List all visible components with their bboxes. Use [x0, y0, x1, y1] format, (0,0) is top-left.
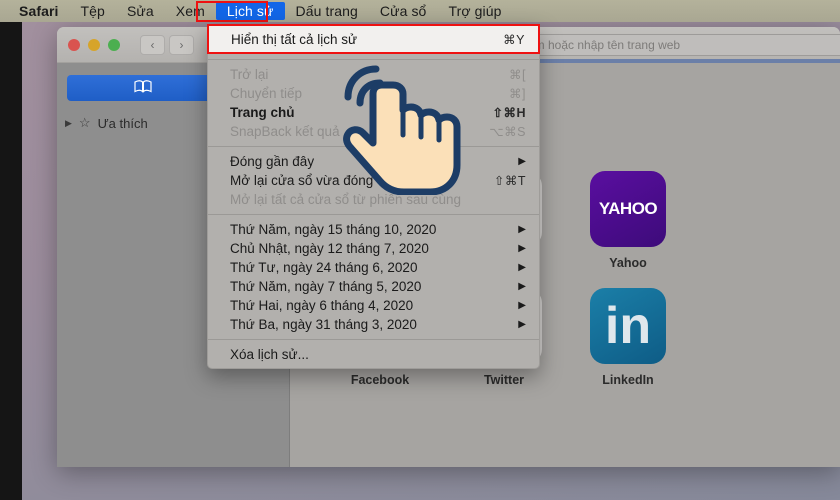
- tile-label: Yahoo: [566, 256, 690, 270]
- menu-item-label: Chuyển tiếp: [230, 86, 302, 101]
- menu-item-recently-closed[interactable]: Đóng gần đây ▶: [208, 152, 539, 171]
- submenu-arrow-icon: ▶: [518, 262, 526, 273]
- menu-item-home[interactable]: Trang chủ ⇧⌘H: [208, 103, 539, 122]
- book-icon: [134, 80, 152, 96]
- menu-item-reopen-all-windows: Mở lại tất cả cửa sổ từ phiên sau cùng: [208, 190, 539, 209]
- chevron-right-icon[interactable]: ▶: [65, 118, 72, 129]
- star-icon: ☆: [79, 115, 91, 131]
- menu-item-label: Xóa lịch sử...: [230, 347, 309, 362]
- menubar-item-window[interactable]: Cửa sổ: [369, 2, 438, 20]
- submenu-arrow-icon: ▶: [518, 156, 526, 167]
- menubar-item-history[interactable]: Lịch sử: [216, 2, 285, 20]
- sidebar-bookmarks-tab[interactable]: [67, 75, 219, 101]
- menu-item-label: Thứ Năm, ngày 7 tháng 5, 2020: [230, 279, 421, 294]
- menubar-item-safari[interactable]: Safari: [8, 2, 70, 20]
- submenu-arrow-icon: ▶: [518, 224, 526, 235]
- desktop-left-edge: [0, 22, 22, 500]
- macos-menubar: Safari Tệp Sửa Xem Lịch sử Dấu trang Cửa…: [0, 0, 840, 22]
- menu-item-shortcut: ⌘Y: [489, 32, 525, 47]
- submenu-arrow-icon: ▶: [518, 300, 526, 311]
- menu-separator: [208, 339, 539, 340]
- menu-item-history-date[interactable]: Thứ Tư, ngày 24 tháng 6, 2020 ▶: [208, 258, 539, 277]
- menu-item-reopen-last-window[interactable]: Mở lại cửa sổ vừa đóng ⇧⌘T: [208, 171, 539, 190]
- menubar-item-file[interactable]: Tệp: [70, 2, 116, 20]
- submenu-arrow-icon: ▶: [518, 319, 526, 330]
- menu-item-clear-history[interactable]: Xóa lịch sử...: [208, 345, 539, 364]
- tile-label: Facebook: [318, 373, 442, 387]
- favorite-tile-linkedin[interactable]: in LinkedIn: [566, 288, 690, 387]
- menubar-item-bookmarks[interactable]: Dấu trang: [285, 2, 369, 20]
- menubar-item-help[interactable]: Trợ giúp: [437, 2, 512, 20]
- address-placeholder-text: ếm hoặc nhập tên trang web: [528, 38, 680, 52]
- linkedin-icon: in: [590, 288, 666, 364]
- menu-item-label: Mở lại cửa sổ vừa đóng: [230, 173, 373, 188]
- submenu-arrow-icon: ▶: [518, 243, 526, 254]
- menu-separator: [208, 214, 539, 215]
- address-search-field[interactable]: ếm hoặc nhập tên trang web: [517, 34, 840, 56]
- sidebar-item-label: Ưa thích: [98, 116, 148, 131]
- menu-item-label: Thứ Năm, ngày 15 tháng 10, 2020: [230, 222, 436, 237]
- tile-label: LinkedIn: [566, 373, 690, 387]
- menu-item-shortcut: ⌘]: [495, 86, 526, 101]
- menu-item-back: Trở lại ⌘[: [208, 65, 539, 84]
- menu-item-history-date[interactable]: Thứ Ba, ngày 31 tháng 3, 2020 ▶: [208, 315, 539, 334]
- linkedin-glyph: in: [605, 300, 651, 352]
- yahoo-icon: YAHOO: [590, 171, 666, 247]
- submenu-arrow-icon: ▶: [518, 281, 526, 292]
- menu-item-label: Hiển thị tất cả lịch sử: [231, 32, 357, 47]
- menu-item-history-date[interactable]: Thứ Năm, ngày 7 tháng 5, 2020 ▶: [208, 277, 539, 296]
- favorite-tile-yahoo[interactable]: YAHOO Yahoo: [566, 171, 690, 270]
- menu-item-history-date[interactable]: Chủ Nhật, ngày 12 tháng 7, 2020 ▶: [208, 239, 539, 258]
- menu-item-label: Đóng gần đây: [230, 154, 314, 169]
- menu-item-shortcut: ⌘[: [495, 67, 526, 82]
- menubar-item-edit[interactable]: Sửa: [116, 2, 165, 20]
- menu-item-shortcut: ⇧⌘H: [478, 105, 526, 120]
- navigation-buttons: ‹ ›: [140, 35, 194, 55]
- forward-arrow-icon[interactable]: ›: [169, 35, 194, 55]
- traffic-lights: [57, 39, 120, 51]
- menu-item-label: Mở lại tất cả cửa sổ từ phiên sau cùng: [230, 192, 461, 207]
- menu-item-snapback: SnapBack kết quả ⌥⌘S: [208, 122, 539, 141]
- yahoo-wordmark: YAHOO: [599, 199, 657, 219]
- history-dropdown-menu: Hiển thị tất cả lịch sử ⌘Y Trở lại ⌘[ Ch…: [207, 24, 540, 369]
- menu-item-label: Trở lại: [230, 67, 268, 82]
- sidebar-item-favorites[interactable]: ▶ ☆ Ưa thích: [65, 115, 148, 131]
- minimize-button[interactable]: [88, 39, 100, 51]
- menu-item-history-date[interactable]: Thứ Hai, ngày 6 tháng 4, 2020 ▶: [208, 296, 539, 315]
- tile-label: Twitter: [442, 373, 566, 387]
- menubar-item-view[interactable]: Xem: [165, 2, 216, 20]
- menu-item-label: Thứ Hai, ngày 6 tháng 4, 2020: [230, 298, 413, 313]
- show-all-history-annotation-box: Hiển thị tất cả lịch sử ⌘Y: [207, 24, 540, 54]
- menu-item-shortcut: ⇧⌘T: [480, 173, 526, 188]
- menu-item-label: Trang chủ: [230, 105, 295, 120]
- menu-item-shortcut: ⌥⌘S: [475, 124, 526, 139]
- zoom-button[interactable]: [108, 39, 120, 51]
- menu-separator: [208, 59, 539, 60]
- menu-separator: [208, 146, 539, 147]
- menu-item-label: SnapBack kết quả: [230, 124, 340, 139]
- menu-item-label: Thứ Ba, ngày 31 tháng 3, 2020: [230, 317, 417, 332]
- menu-item-forward: Chuyển tiếp ⌘]: [208, 84, 539, 103]
- close-button[interactable]: [68, 39, 80, 51]
- back-arrow-icon[interactable]: ‹: [140, 35, 165, 55]
- menu-item-history-date[interactable]: Thứ Năm, ngày 15 tháng 10, 2020 ▶: [208, 220, 539, 239]
- menu-item-label: Chủ Nhật, ngày 12 tháng 7, 2020: [230, 241, 429, 256]
- menu-item-show-all-history[interactable]: Hiển thị tất cả lịch sử ⌘Y: [209, 26, 538, 52]
- menu-item-label: Thứ Tư, ngày 24 tháng 6, 2020: [230, 260, 417, 275]
